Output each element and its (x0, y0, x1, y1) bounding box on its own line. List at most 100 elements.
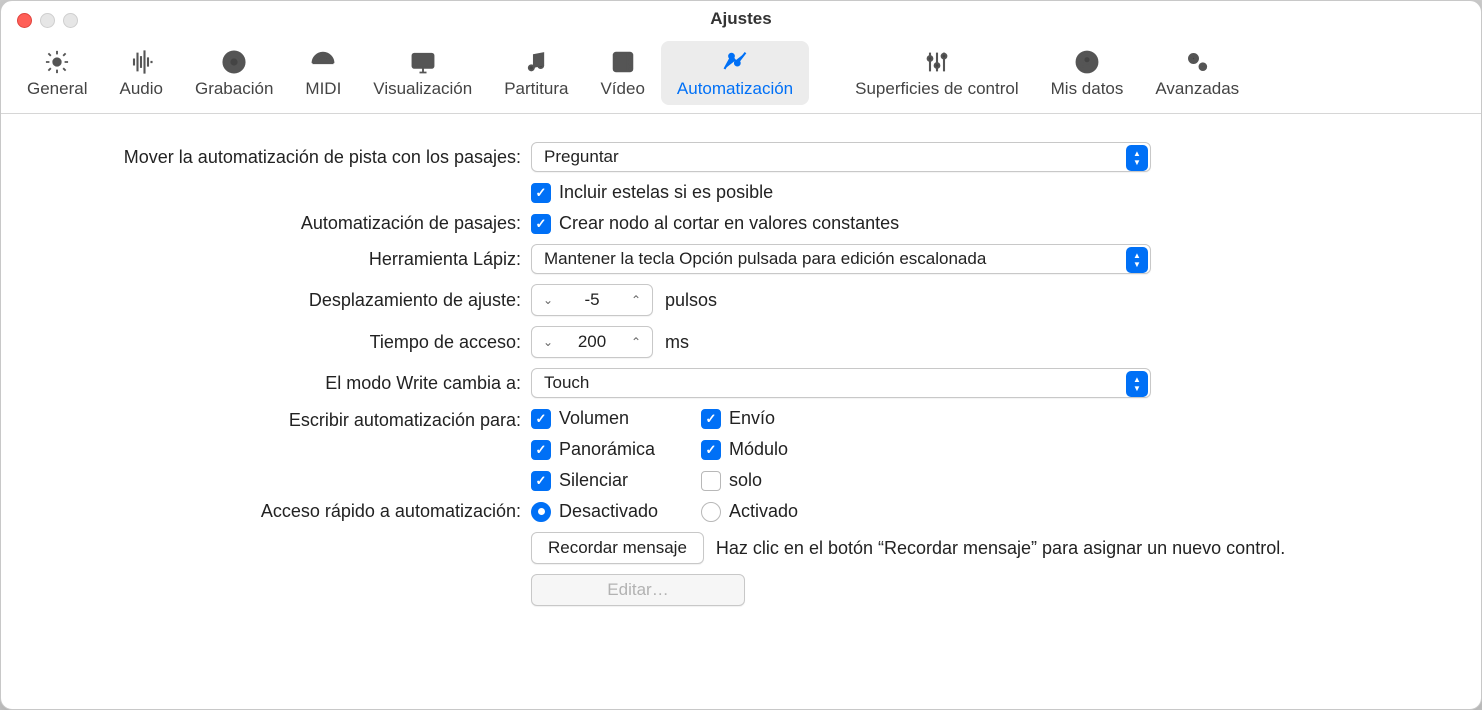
checkbox-icon (531, 214, 551, 234)
gear-icon (40, 47, 74, 77)
move-track-automation-label: Mover la automatización de pista con los… (31, 147, 531, 168)
region-automation-label: Automatización de pasajes: (31, 213, 531, 234)
gears-icon (1180, 47, 1214, 77)
radio-label: Desactivado (559, 501, 658, 522)
write-volume-checkbox[interactable]: Volumen (531, 408, 701, 429)
titlebar: Ajustes (1, 1, 1481, 37)
record-icon (217, 47, 251, 77)
checkbox-icon (531, 471, 551, 491)
checkbox-label: solo (729, 470, 762, 491)
tab-score[interactable]: Partitura (488, 41, 584, 105)
checkbox-label: Crear nodo al cortar en valores constant… (559, 213, 899, 234)
quick-access-off-radio[interactable]: Desactivado (531, 501, 701, 522)
write-mute-checkbox[interactable]: Silenciar (531, 470, 701, 491)
popup-value: Mantener la tecla Opción pulsada para ed… (544, 249, 986, 269)
move-track-automation-popup[interactable]: Preguntar (531, 142, 1151, 172)
waveform-icon (124, 47, 158, 77)
stepper-down-icon[interactable]: ⌄ (532, 327, 564, 357)
create-node-on-cut-checkbox[interactable]: Crear nodo al cortar en valores constant… (531, 213, 899, 234)
checkbox-icon (701, 471, 721, 491)
write-send-checkbox[interactable]: Envío (701, 408, 871, 429)
write-solo-checkbox[interactable]: solo (701, 470, 871, 491)
radio-icon (701, 502, 721, 522)
ramp-time-label: Tiempo de acceso: (31, 332, 531, 353)
button-label: Editar… (607, 580, 668, 600)
stepper-value: -5 (564, 290, 620, 310)
radio-label: Activado (729, 501, 798, 522)
user-circle-icon (1070, 47, 1104, 77)
tab-label: Visualización (373, 79, 472, 99)
tab-label: Mis datos (1051, 79, 1124, 99)
checkbox-icon (701, 409, 721, 429)
tab-recording[interactable]: Grabación (179, 41, 289, 105)
tab-my-data[interactable]: Mis datos (1035, 41, 1140, 105)
stepper-down-icon[interactable]: ⌄ (532, 285, 564, 315)
ramp-time-unit: ms (665, 332, 689, 353)
learn-message-button[interactable]: Recordar mensaje (531, 532, 704, 564)
ramp-time-stepper[interactable]: ⌄ 200 ⌃ (531, 326, 653, 358)
checkbox-label: Incluir estelas si es posible (559, 182, 773, 203)
write-pan-checkbox[interactable]: Panorámica (531, 439, 701, 460)
settings-toolbar: General Audio Grabación (1, 37, 1481, 114)
automation-curve-icon (718, 47, 752, 77)
learn-message-hint: Haz clic en el botón “Recordar mensaje” … (716, 538, 1285, 559)
checkbox-icon (531, 183, 551, 203)
midi-port-icon (306, 47, 340, 77)
popup-stepper-icon (1126, 145, 1148, 171)
edit-button: Editar… (531, 574, 745, 606)
snap-offset-label: Desplazamiento de ajuste: (31, 290, 531, 311)
tab-control-surfaces[interactable]: Superficies de control (839, 41, 1034, 105)
settings-window: Ajustes General Audio (0, 0, 1482, 710)
stepper-up-icon[interactable]: ⌃ (620, 285, 652, 315)
minimize-window-button[interactable] (40, 13, 55, 28)
display-icon (406, 47, 440, 77)
stepper-value: 200 (564, 332, 620, 352)
sliders-icon (920, 47, 954, 77)
music-notes-icon (519, 47, 553, 77)
tab-automation[interactable]: Automatización (661, 41, 809, 105)
tab-video[interactable]: Vídeo (584, 41, 660, 105)
button-label: Recordar mensaje (548, 538, 687, 558)
stepper-up-icon[interactable]: ⌃ (620, 327, 652, 357)
checkbox-label: Volumen (559, 408, 629, 429)
close-window-button[interactable] (17, 13, 32, 28)
zoom-window-button[interactable] (63, 13, 78, 28)
popup-value: Touch (544, 373, 589, 393)
tab-label: Avanzadas (1155, 79, 1239, 99)
tab-label: Partitura (504, 79, 568, 99)
tab-label: Vídeo (600, 79, 644, 99)
tab-general[interactable]: General (11, 41, 103, 105)
checkbox-label: Silenciar (559, 470, 628, 491)
window-controls (17, 13, 78, 28)
automation-settings-pane: Mover la automatización de pista con los… (1, 114, 1481, 636)
include-trails-checkbox[interactable]: Incluir estelas si es posible (531, 182, 773, 203)
write-plugin-checkbox[interactable]: Módulo (701, 439, 871, 460)
pencil-tool-popup[interactable]: Mantener la tecla Opción pulsada para ed… (531, 244, 1151, 274)
checkbox-label: Módulo (729, 439, 788, 460)
popup-value: Preguntar (544, 147, 619, 167)
tab-label: Superficies de control (855, 79, 1018, 99)
quick-access-label: Acceso rápido a automatización: (31, 501, 531, 522)
quick-access-on-radio[interactable]: Activado (701, 501, 871, 522)
write-mode-popup[interactable]: Touch (531, 368, 1151, 398)
snap-offset-stepper[interactable]: ⌄ -5 ⌃ (531, 284, 653, 316)
tab-midi[interactable]: MIDI (289, 41, 357, 105)
write-mode-changes-label: El modo Write cambia a: (31, 373, 531, 394)
tab-display[interactable]: Visualización (357, 41, 488, 105)
filmstrip-icon (606, 47, 640, 77)
tab-label: Grabación (195, 79, 273, 99)
checkbox-icon (701, 440, 721, 460)
pencil-tool-label: Herramienta Lápiz: (31, 249, 531, 270)
tab-advanced[interactable]: Avanzadas (1139, 41, 1255, 105)
snap-offset-unit: pulsos (665, 290, 717, 311)
checkbox-icon (531, 440, 551, 460)
tab-label: Automatización (677, 79, 793, 99)
write-automation-for-label: Escribir automatización para: (31, 408, 531, 431)
popup-stepper-icon (1126, 371, 1148, 397)
tab-audio[interactable]: Audio (103, 41, 178, 105)
checkbox-label: Panorámica (559, 439, 655, 460)
tab-label: MIDI (305, 79, 341, 99)
tab-label: Audio (119, 79, 162, 99)
radio-icon (531, 502, 551, 522)
tab-label: General (27, 79, 87, 99)
